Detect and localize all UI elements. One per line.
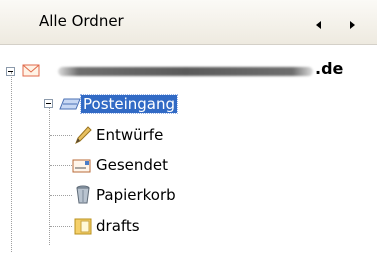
folder-label-posteingang[interactable]: Posteingang [79, 94, 179, 114]
arrow-left-icon [316, 21, 321, 29]
folder-icon [73, 216, 93, 240]
account-domain-suffix: .de [315, 59, 344, 78]
folder-item-papierkorb[interactable]: Papierkorb [0, 182, 377, 208]
tree-connector-line [50, 226, 72, 227]
folder-label-entwuerfe[interactable]: Entwürfe [96, 126, 163, 144]
folder-label-drafts[interactable]: drafts [96, 217, 140, 235]
tree-connector-line [50, 135, 72, 136]
tree-connector-line [50, 195, 72, 196]
folder-item-drafts[interactable]: drafts [0, 213, 377, 239]
inbox-tray-icon [59, 97, 81, 115]
previous-arrow-button[interactable] [313, 17, 325, 29]
trash-bin-icon [75, 185, 91, 209]
folder-pane-header: Alle Ordner [0, 0, 377, 45]
pen-icon [72, 125, 92, 149]
folder-pane: Alle Ordner .de Posteingang Entwürfe Ges… [0, 0, 377, 253]
folder-label-gesendet[interactable]: Gesendet [96, 156, 168, 174]
sent-envelope-icon [72, 157, 92, 178]
collapse-toggle-posteingang[interactable] [44, 99, 53, 108]
folder-item-posteingang[interactable]: Posteingang [0, 91, 377, 117]
folder-label-papierkorb[interactable]: Papierkorb [96, 186, 176, 204]
envelope-icon [22, 63, 40, 82]
tree-connector-line [50, 165, 72, 166]
header-title: Alle Ordner [39, 12, 124, 30]
account-row[interactable]: .de [0, 58, 377, 84]
next-arrow-button[interactable] [346, 17, 358, 29]
folder-tree: .de Posteingang Entwürfe Gesendet Papier… [0, 45, 377, 253]
arrow-right-icon [350, 21, 355, 29]
folder-item-gesendet[interactable]: Gesendet [0, 152, 377, 178]
redacted-account-name [58, 67, 313, 76]
folder-item-entwuerfe[interactable]: Entwürfe [0, 122, 377, 148]
